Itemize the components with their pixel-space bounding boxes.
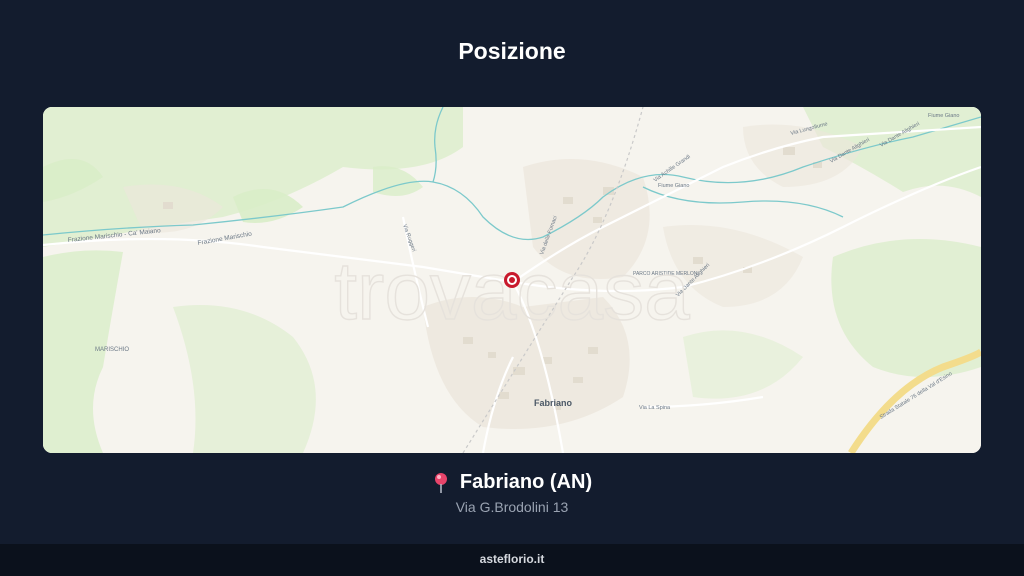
location-name: Fabriano (AN)	[459, 471, 593, 493]
watermark: trovacasa	[334, 246, 690, 337]
address: Via G.Brodolini 13	[455, 499, 569, 515]
map-label: Via La Spina	[639, 405, 671, 411]
map-label: MARISCHIO	[95, 347, 129, 353]
page-title: Posizione	[458, 38, 566, 64]
location-row: Fabriano (AN)	[0, 471, 1024, 494]
city-label: Fabriano	[534, 398, 573, 408]
footer: asteflorio.it	[0, 544, 1024, 576]
location-marker-icon[interactable]	[504, 272, 520, 288]
map-pin-icon	[434, 472, 447, 493]
footer-site-link[interactable]: asteflorio.it	[480, 552, 545, 566]
map[interactable]: Frazione Marischio - Ca' Maiano Frazione…	[43, 107, 981, 453]
map-label: Fiume Giano	[928, 113, 960, 119]
map-label: Fiume Giano	[658, 183, 690, 189]
